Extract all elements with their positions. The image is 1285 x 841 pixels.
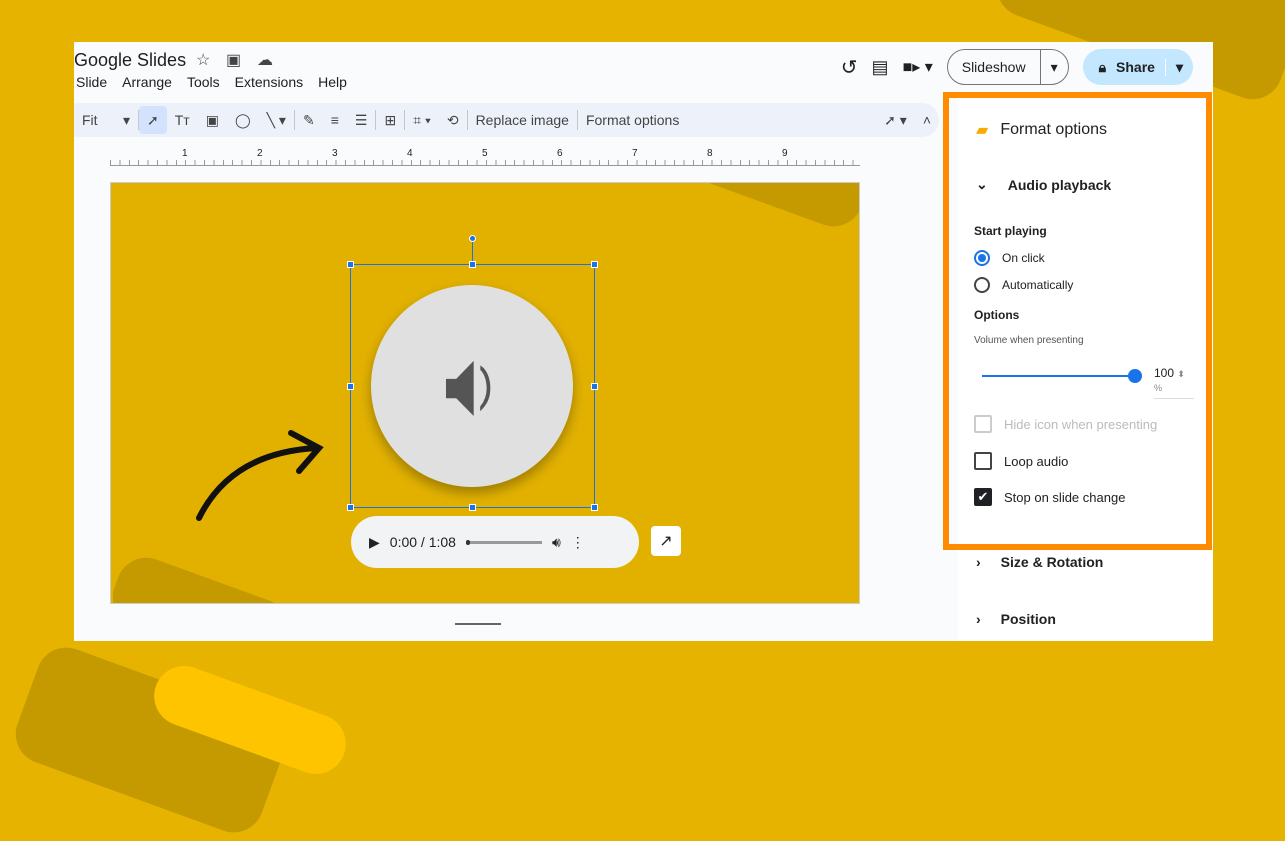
star-icon[interactable]: ☆ [196, 50, 210, 70]
menu-slide[interactable]: Slide [76, 74, 107, 90]
share-button[interactable]: Share [1116, 59, 1165, 75]
ruler-label: 2 [257, 148, 263, 159]
resize-handle[interactable] [469, 504, 476, 511]
time-display: 0:00 / 1:08 [389, 534, 456, 550]
border-dash-icon[interactable]: ☰ [347, 106, 376, 134]
slide-shape [663, 183, 859, 235]
resize-handle[interactable] [591, 383, 598, 390]
format-options-button[interactable]: Format options [578, 106, 687, 134]
pointer-icon[interactable]: ➚ ▾ [876, 106, 915, 134]
ruler-label: 1 [182, 148, 188, 159]
chevron-right-icon: › [976, 611, 981, 627]
arrow-annotation [196, 430, 324, 521]
volume-icon[interactable]: 🔊︎ [552, 534, 561, 551]
text-box-icon[interactable]: Tт [167, 106, 198, 134]
lock-icon: 🔒︎ [1098, 58, 1107, 75]
app-title: Google Slides [74, 50, 187, 70]
image-icon[interactable]: ▣ [198, 106, 227, 134]
slideshow-button[interactable]: Slideshow [948, 59, 1040, 75]
ruler-label: 7 [632, 148, 638, 159]
more-icon[interactable]: ⋮ [571, 534, 585, 551]
menu-extensions[interactable]: Extensions [235, 74, 303, 90]
menu-help[interactable]: Help [318, 74, 347, 90]
meet-icon[interactable]: ■▸ ▾ [903, 57, 933, 77]
header-actions: ↺ ▤ ■▸ ▾ Slideshow ▾ 🔒︎ Share ▾ [841, 49, 1193, 85]
resize-handle[interactable] [591, 261, 598, 268]
select-icon[interactable]: ➚ [139, 106, 167, 134]
ruler-label: 5 [482, 148, 488, 159]
chevron-right-icon: › [976, 554, 981, 570]
slide-shape [111, 549, 298, 603]
slideshow-dropdown[interactable]: ▾ [1039, 50, 1068, 84]
cloud-icon[interactable]: ☁ [257, 50, 273, 70]
section-title: Position [1000, 611, 1056, 627]
crop-icon[interactable]: ⌗ ▾ [405, 106, 439, 134]
open-external-icon[interactable]: ↗ [651, 526, 681, 556]
play-icon[interactable]: ▶ [369, 534, 380, 551]
history-icon[interactable]: ↺ [841, 55, 858, 80]
section-title: Size & Rotation [1000, 554, 1104, 570]
speaker-notes-handle[interactable] [455, 623, 501, 625]
slideshow-group: Slideshow ▾ [946, 49, 1069, 85]
ruler: 1 2 3 4 5 6 7 8 9 [110, 148, 860, 166]
share-group: 🔒︎ Share ▾ [1082, 49, 1193, 85]
add-comment-icon[interactable]: ⊞ [376, 106, 404, 134]
zoom-value: Fit [82, 112, 98, 128]
reset-image-icon[interactable]: ⟲ [439, 106, 467, 134]
position-section[interactable]: › Position [976, 611, 1056, 627]
share-dropdown[interactable]: ▾ [1164, 58, 1193, 76]
audio-player: ▶ 0:00 / 1:08 🔊︎ ⋮ [351, 516, 639, 568]
comments-icon[interactable]: ▤ [872, 57, 889, 78]
shape-icon[interactable]: ◯ [227, 106, 259, 134]
menu-arrange[interactable]: Arrange [122, 74, 172, 90]
toolbar: Fit ▾ ➚ Tт ▣ ◯ ╲ ▾ ✎ ≡ ☰ ⊞ ⌗ ▾ ⟲ Replace … [74, 103, 939, 137]
resize-handle[interactable] [469, 261, 476, 268]
selection-box [347, 235, 598, 511]
zoom-select[interactable]: Fit ▾ [74, 106, 138, 134]
resize-handle[interactable] [347, 383, 354, 390]
size-rotation-section[interactable]: › Size & Rotation [976, 554, 1103, 570]
highlight-box [943, 92, 1212, 550]
menu-tools[interactable]: Tools [187, 74, 220, 90]
slide-canvas[interactable]: 🔉︎ ▶ 0:00 / 1:08 🔊︎ ⋮ ↗ [110, 182, 860, 604]
move-folder-icon[interactable]: ▣ [226, 50, 241, 70]
collapse-icon[interactable]: ˄ [915, 106, 939, 134]
rotate-handle[interactable] [469, 235, 476, 242]
seek-bar[interactable] [465, 539, 542, 545]
ruler-label: 4 [407, 148, 413, 159]
pen-icon[interactable]: ✎ [295, 106, 323, 134]
ruler-label: 6 [557, 148, 563, 159]
line-icon[interactable]: ╲ ▾ [259, 106, 294, 134]
resize-handle[interactable] [347, 504, 354, 511]
resize-handle[interactable] [347, 261, 354, 268]
rotate-stem [472, 239, 473, 261]
border-weight-icon[interactable]: ≡ [323, 106, 347, 134]
ruler-label: 8 [707, 148, 713, 159]
replace-image-button[interactable]: Replace image [468, 106, 577, 134]
menu-bar: Slide Arrange Tools Extensions Help [76, 74, 347, 90]
resize-handle[interactable] [591, 504, 598, 511]
ruler-label: 9 [782, 148, 788, 159]
ruler-label: 3 [332, 148, 338, 159]
